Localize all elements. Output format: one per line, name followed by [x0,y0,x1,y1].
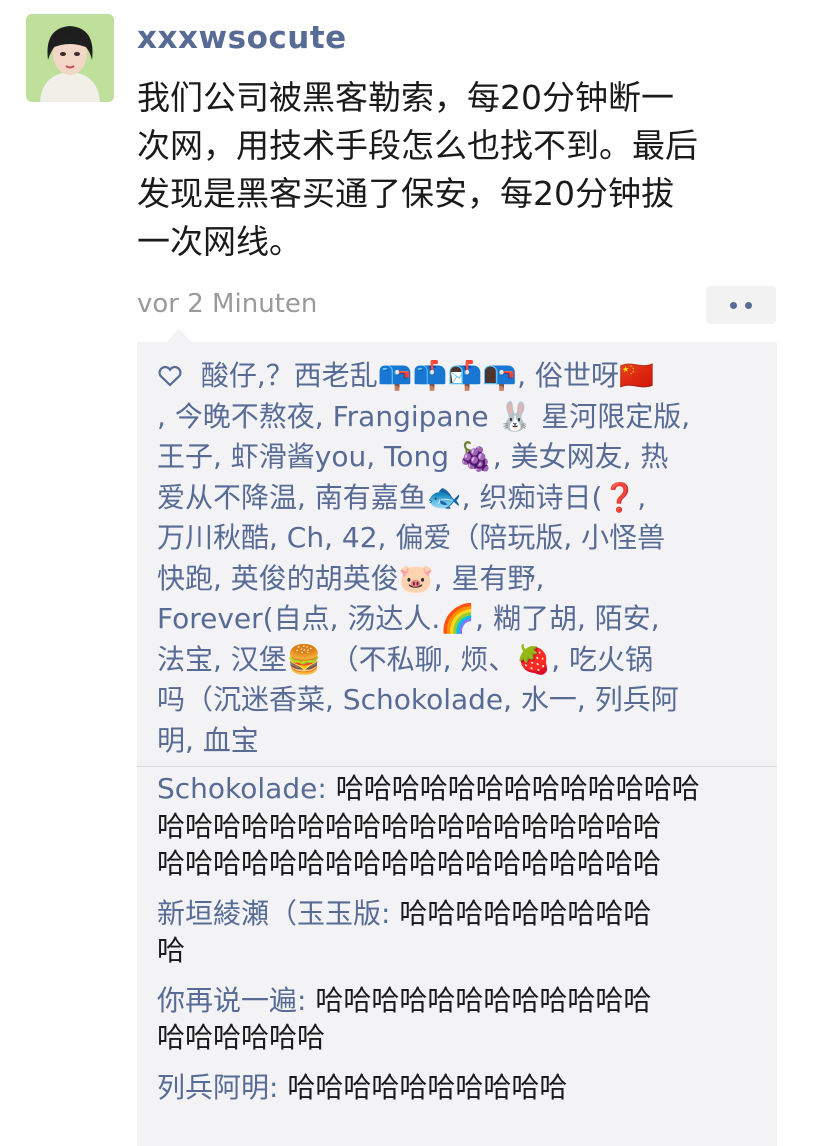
avatar[interactable] [26,14,114,102]
likes-line[interactable]: 王子, 虾滑酱you, Tong 🍇, 美女网友, 热 [157,437,767,478]
post-body: 我们公司被黑客勒索，每20分钟断一 次网，用技术手段怎么也找不到。最后 发现是黑… [137,74,787,266]
likes-comments-panel: 酸仔,？西老乱📪📫📬📭, 俗世呀🇨🇳 , 今晚不熬夜, Frangipane 🐰… [137,328,777,1146]
likes-line[interactable]: 万川秋酷, Ch, 42, 偏爱（陪玩版, 小怪兽 [157,518,767,559]
more-options-button[interactable] [706,286,776,324]
likes-line[interactable]: 吗（沉迷香菜, Schokolade, 水一, 列兵阿 [157,680,767,721]
post-line: 我们公司被黑客勒索，每20分钟断一 [137,78,674,117]
post-line: 发现是黑客买通了保安，每20分钟拔 [137,174,674,213]
comment[interactable]: 新垣綾瀬（玉玉版: 哈哈哈哈哈哈哈哈哈 哈 [157,895,767,970]
comment-text: 哈 [157,934,186,967]
post-username[interactable]: xxxwsocute [137,14,347,62]
comment-author[interactable]: 新垣綾瀬（玉玉版 [157,897,381,930]
comment-text: 哈哈哈哈哈哈哈哈哈 [399,896,652,930]
post-line: 次网，用技术手段怎么也找不到。最后 [137,126,698,165]
comment-text: 哈哈哈哈哈哈哈哈哈哈哈哈哈 [335,772,700,805]
dot-icon [745,301,752,309]
comment-text: 哈哈哈哈哈哈哈哈哈哈哈哈哈哈哈哈哈哈 [157,809,662,843]
comment[interactable]: 列兵阿明: 哈哈哈哈哈哈哈哈哈哈 [157,1069,767,1107]
likes-line[interactable]: 法宝, 汉堡🍔 （不私聊, 烦、🍓, 吃火锅 [157,640,767,681]
likes-line[interactable]: , 今晚不熬夜, Frangipane 🐰 星河限定版, [157,397,767,438]
comments-list: Schokolade: 哈哈哈哈哈哈哈哈哈哈哈哈哈 哈哈哈哈哈哈哈哈哈哈哈哈哈哈… [157,770,767,1118]
comment-author[interactable]: Schokolade [157,772,317,805]
post-timestamp: vor 2 Minuten [137,289,318,319]
dot-icon [730,301,737,309]
comment-text: 哈哈哈哈哈哈 [157,1021,326,1054]
likes-line: 酸仔,？西老乱📪📫📬📭, 俗世呀🇨🇳 [157,356,767,397]
comment[interactable]: 你再说一遍: 哈哈哈哈哈哈哈哈哈哈哈哈 哈哈哈哈哈哈 [157,982,767,1057]
likes-line[interactable]: 爱从不降温, 南有嘉鱼🐟, 织痴诗日(❓, [157,478,767,519]
heart-icon [157,359,192,392]
comment-text: 哈哈哈哈哈哈哈哈哈哈哈哈 [315,983,652,1017]
likes-text[interactable]: 酸仔,？西老乱📪📫📬📭, 俗世呀🇨🇳 [201,359,654,392]
avatar-image [26,14,114,102]
comment-author[interactable]: 列兵阿明 [157,1071,269,1104]
post-line: 一次网线。 [137,222,302,261]
comment[interactable]: Schokolade: 哈哈哈哈哈哈哈哈哈哈哈哈哈 哈哈哈哈哈哈哈哈哈哈哈哈哈哈… [157,770,767,883]
comment-text: 哈哈哈哈哈哈哈哈哈哈哈哈哈哈哈哈哈哈 [157,847,662,880]
comment-text: 哈哈哈哈哈哈哈哈哈哈 [287,1070,568,1104]
likes-list: 酸仔,？西老乱📪📫📬📭, 俗世呀🇨🇳 , 今晚不熬夜, Frangipane 🐰… [157,356,767,761]
likes-line[interactable]: 快跑, 英俊的胡英俊🐷, 星有野, [157,559,767,600]
likes-line[interactable]: 明, 血宝 [157,721,767,762]
comment-author[interactable]: 你再说一遍 [157,984,297,1017]
likes-line[interactable]: Forever(自点, 汤达人.🌈, 糊了胡, 陌安, [157,599,767,640]
divider [137,766,777,767]
